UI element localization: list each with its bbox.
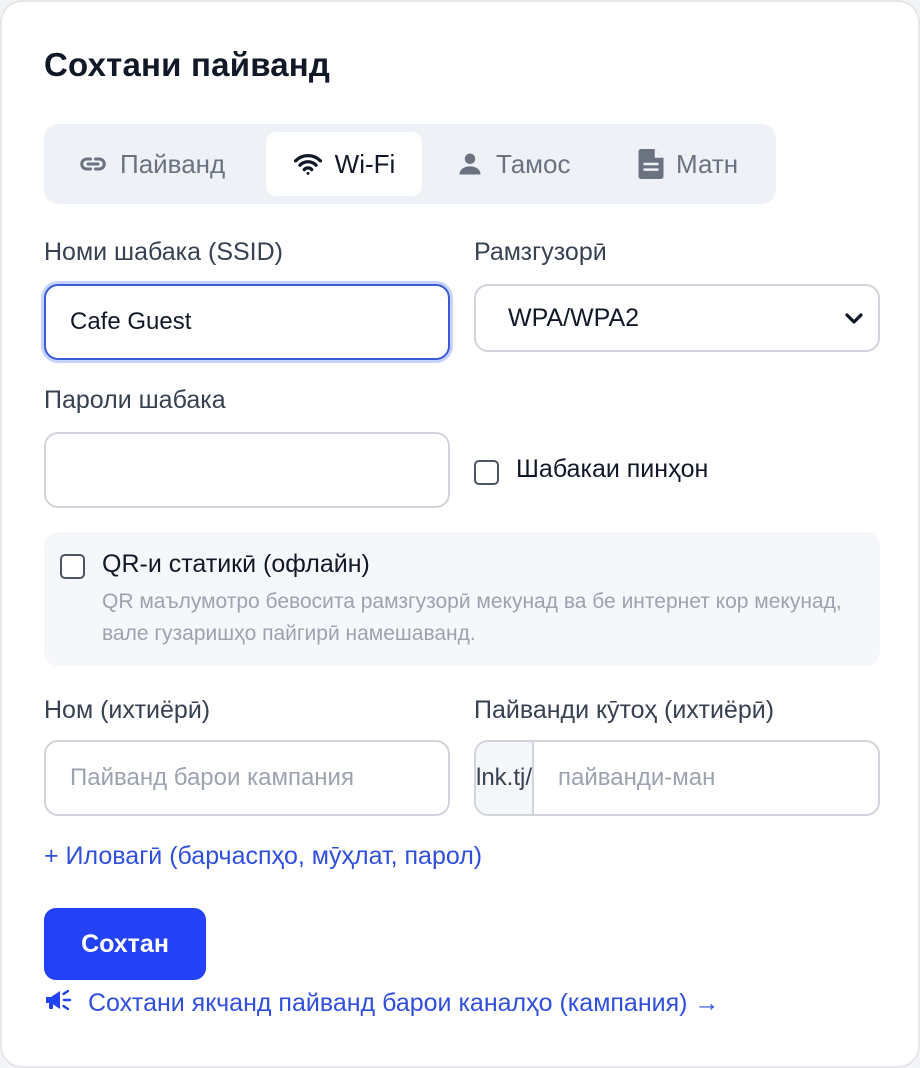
hidden-network-label: Шабакаи пинҳон bbox=[516, 455, 709, 483]
short-link-prefix: lnk.tj/ bbox=[476, 742, 535, 814]
encryption-select[interactable]: WPA/WPA2 bbox=[474, 284, 880, 352]
campaign-link[interactable]: Сохтани якчанд пайванд барои каналҳо (ка… bbox=[44, 988, 719, 1019]
chevron-down-icon bbox=[844, 304, 864, 333]
short-link-input[interactable] bbox=[534, 742, 878, 814]
static-qr-label: QR-и статикӣ (офлайн) bbox=[102, 550, 370, 578]
name-label: Ном (ихтиёрӣ) bbox=[44, 696, 211, 724]
wifi-icon bbox=[293, 151, 323, 177]
campaign-link-label: Сохтани якчанд пайванд барои каналҳо (ка… bbox=[88, 989, 720, 1017]
ssid-label: Номи шабака (SSID) bbox=[44, 238, 284, 266]
short-link-field: lnk.tj/ bbox=[474, 740, 880, 816]
static-qr-box: QR-и статикӣ (офлайн) QR маълумотро бево… bbox=[44, 532, 880, 666]
tab-link[interactable]: Пайванд bbox=[78, 132, 225, 196]
password-input[interactable] bbox=[44, 432, 450, 508]
person-icon bbox=[456, 150, 484, 178]
type-tabs: Пайванд Wi-Fi Тамос Матн bbox=[44, 124, 776, 204]
tab-label: Wi-Fi bbox=[334, 148, 396, 179]
hidden-network-checkbox[interactable] bbox=[474, 460, 499, 485]
static-qr-checkbox[interactable] bbox=[60, 554, 85, 579]
tab-text[interactable]: Матн bbox=[638, 132, 738, 196]
tab-wifi[interactable]: Wi-Fi bbox=[266, 132, 422, 196]
encryption-label: Рамзгузорӣ bbox=[474, 238, 607, 266]
name-input[interactable] bbox=[44, 740, 450, 816]
link-icon bbox=[78, 149, 108, 179]
tab-label: Тамос bbox=[496, 148, 571, 179]
ssid-input[interactable] bbox=[44, 284, 450, 360]
create-link-card: Сохтани пайванд Пайванд Wi-Fi Тамос Матн… bbox=[0, 0, 920, 1068]
tab-label: Матн bbox=[676, 148, 739, 179]
page-title: Сохтани пайванд bbox=[44, 46, 331, 83]
encryption-selected-value: WPA/WPA2 bbox=[508, 303, 640, 332]
short-link-label: Пайванди кӯтоҳ (ихтиёрӣ) bbox=[474, 696, 775, 724]
password-label: Пароли шабака bbox=[44, 386, 226, 414]
static-qr-description: QR маълумотро бевосита рамзгузорӣ мекуна… bbox=[102, 590, 842, 645]
tab-label: Пайванд bbox=[120, 148, 226, 179]
create-button[interactable]: Сохтан bbox=[44, 908, 206, 980]
advanced-options-link[interactable]: + Иловагӣ (барчаспҳо, мӯҳлат, парол) bbox=[44, 842, 482, 871]
tab-contact[interactable]: Тамос bbox=[456, 132, 571, 196]
document-icon bbox=[638, 149, 664, 179]
megaphone-icon bbox=[44, 988, 74, 1019]
